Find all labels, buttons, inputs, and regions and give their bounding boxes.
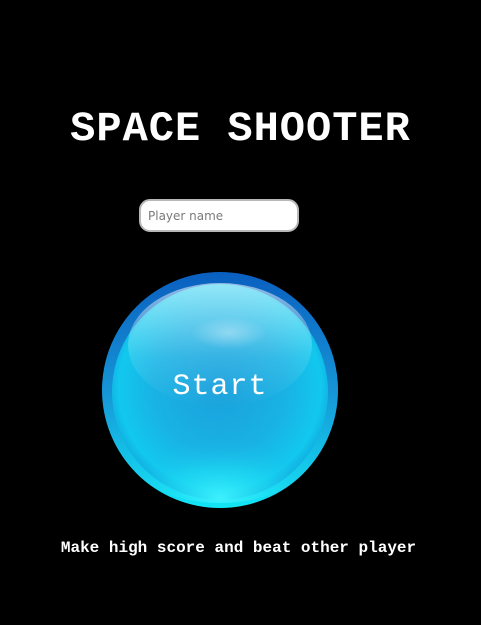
glossy-blue-orb-icon: [93, 263, 347, 517]
start-label: Start: [172, 370, 268, 404]
tagline: Make high score and beat other player: [60, 539, 417, 557]
start-screen: SPACE SHOOTER Player name Start Make hig…: [0, 0, 481, 625]
start-button[interactable]: Start: [93, 263, 347, 517]
player-name-input[interactable]: [139, 199, 299, 232]
game-title: SPACE SHOOTER: [70, 105, 411, 153]
